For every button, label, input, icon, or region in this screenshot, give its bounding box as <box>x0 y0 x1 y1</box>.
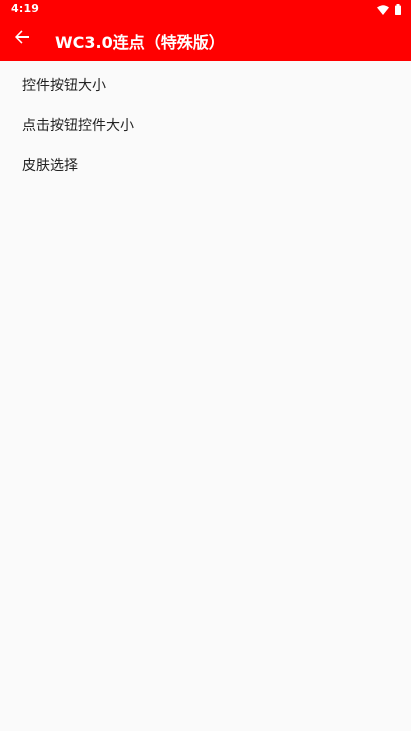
screen: 4:19 WC3.0连点（特殊版） 控件按钮大小 点击按钮控件大小 皮肤选择 <box>0 0 411 731</box>
status-bar: 4:19 <box>0 0 411 18</box>
back-button[interactable] <box>8 25 36 53</box>
status-time: 4:19 <box>11 2 40 15</box>
status-icons <box>377 3 401 15</box>
menu-item-control-button-size[interactable]: 控件按钮大小 <box>0 66 411 106</box>
battery-icon <box>395 0 401 19</box>
settings-menu-list: 控件按钮大小 点击按钮控件大小 皮肤选择 <box>0 61 411 186</box>
wifi-icon <box>377 0 389 19</box>
page-title: WC3.0连点（特殊版） <box>55 33 225 52</box>
app-bar: WC3.0连点（特殊版） <box>0 18 411 61</box>
menu-item-click-button-control-size[interactable]: 点击按钮控件大小 <box>0 106 411 146</box>
menu-item-skin-selection[interactable]: 皮肤选择 <box>0 146 411 186</box>
arrow-back-icon <box>14 29 30 49</box>
